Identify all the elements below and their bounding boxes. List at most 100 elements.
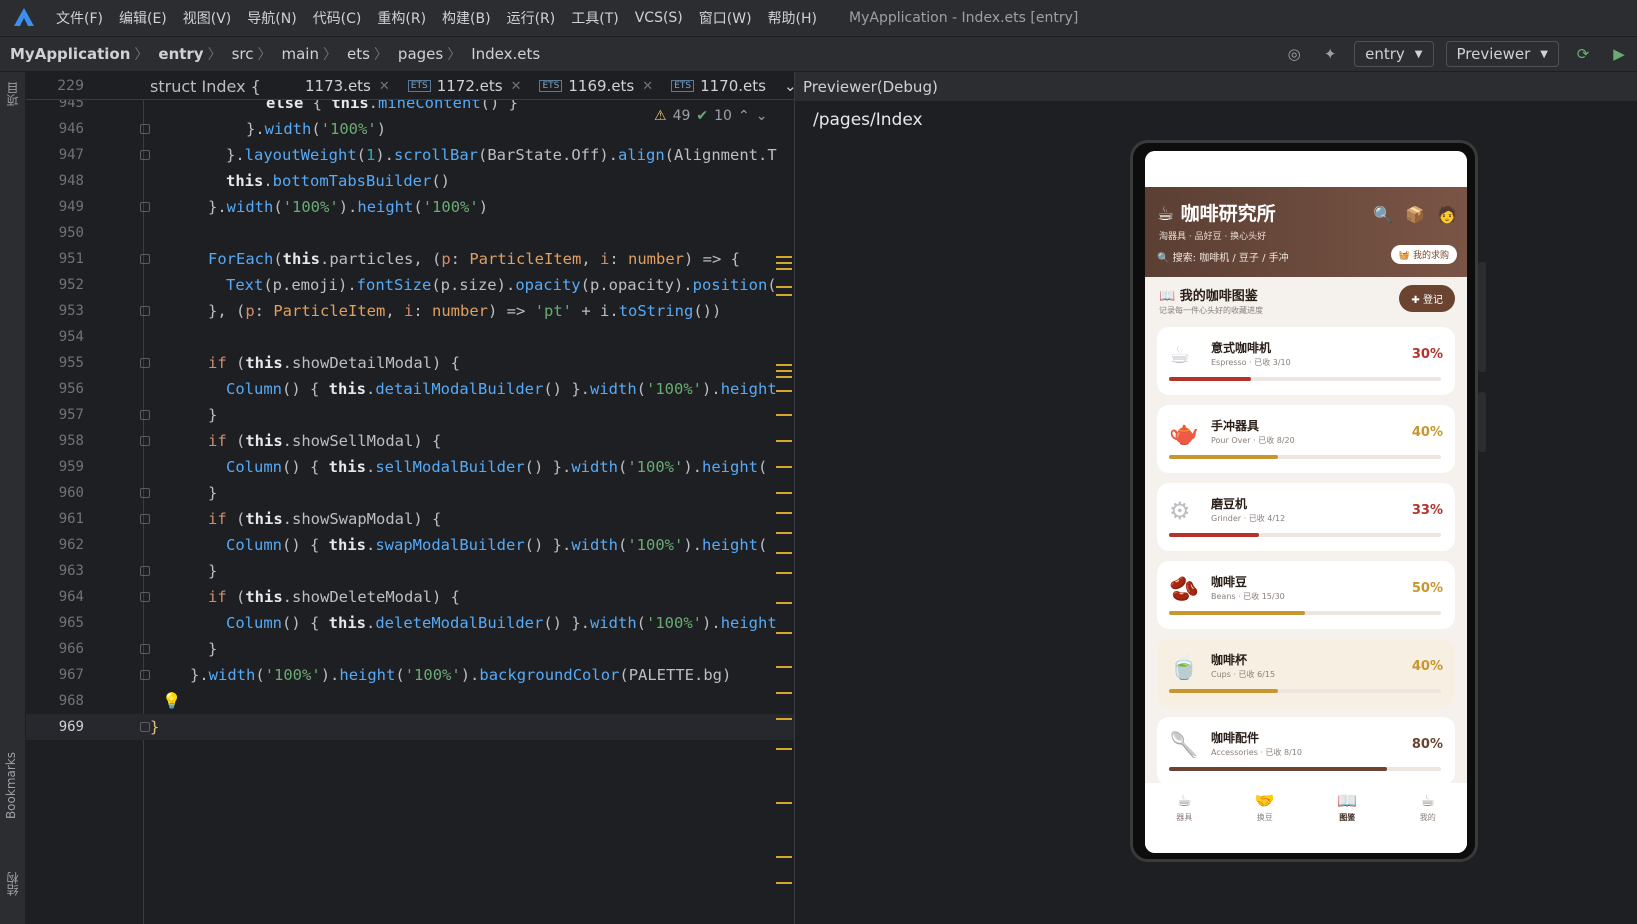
my-requests-button[interactable]: 🧺 我的求购 xyxy=(1390,245,1457,264)
collection-card[interactable]: ⚙ 磨豆机 Grinder · 已收 4/12 33% xyxy=(1157,483,1455,551)
fold-marker[interactable] xyxy=(140,488,150,498)
close-icon[interactable]: ✕ xyxy=(511,79,522,94)
line-number: 966 xyxy=(58,641,84,657)
collection-card[interactable]: 🫖 手冲器具 Pour Over · 已收 8/20 40% xyxy=(1157,405,1455,473)
tab-label: 1170.ets xyxy=(700,77,766,95)
fold-marker[interactable] xyxy=(140,670,150,680)
tab-1173[interactable]: 1173.ets ✕ xyxy=(296,77,399,95)
fold-marker[interactable] xyxy=(140,202,150,212)
collection-card[interactable]: ☕ 意式咖啡机 Espresso · 已收 3/10 30% xyxy=(1157,327,1455,395)
menu-file[interactable]: 文件(F) xyxy=(48,8,111,28)
code-editor[interactable]: 945 else { this.mineContent() } 946}.widt… xyxy=(26,72,794,924)
inspection-widget[interactable]: ⚠ 49 ✔ 10 ⌃ ⌄ xyxy=(654,108,767,124)
close-icon[interactable]: ✕ xyxy=(379,79,390,94)
nav-tab-equipment[interactable]: ☕ 器具 xyxy=(1176,783,1192,853)
search-bar[interactable]: 🔍 搜索: 咖啡机 / 豆子 / 手冲 xyxy=(1157,249,1289,264)
breadcrumb-src[interactable]: src xyxy=(222,45,258,63)
lightbulb-icon[interactable]: 💡 xyxy=(162,692,181,710)
scrollbar-markers[interactable] xyxy=(776,72,794,924)
line-number: 958 xyxy=(58,433,84,449)
fold-marker[interactable] xyxy=(140,644,150,654)
marker xyxy=(776,440,792,442)
device-selector[interactable]: Previewer ▼ xyxy=(1445,41,1559,67)
fold-marker[interactable] xyxy=(140,254,150,264)
book-icon: 📖 xyxy=(1159,289,1176,304)
menu-run[interactable]: 运行(R) xyxy=(499,8,564,28)
menu-build[interactable]: 构建(B) xyxy=(434,8,499,28)
register-label: 登记 xyxy=(1423,295,1443,306)
menu-help[interactable]: 帮助(H) xyxy=(760,8,825,28)
app-title: ☕ 咖啡研究所 xyxy=(1157,199,1276,226)
chevron-up-icon[interactable]: ⌃ xyxy=(738,108,750,124)
nav-tab-swap[interactable]: 🤝 换豆 xyxy=(1255,783,1275,853)
breadcrumb-module[interactable]: entry xyxy=(148,45,207,63)
fold-marker[interactable] xyxy=(140,306,150,316)
fold-marker[interactable] xyxy=(140,436,150,446)
breadcrumb-ets[interactable]: ets xyxy=(337,45,374,63)
beans-icon: 🫘 xyxy=(1169,575,1199,603)
chevron-down-icon[interactable]: ⌄ xyxy=(756,108,768,124)
target-icon[interactable]: ◎ xyxy=(1283,43,1305,65)
marker xyxy=(776,286,792,288)
box-icon[interactable]: 📦 xyxy=(1405,205,1425,224)
code-line: this.bottomTabsBuilder() xyxy=(226,172,450,190)
refresh-icon[interactable]: ⟳ xyxy=(1572,43,1594,65)
nav-tab-collection[interactable]: 📖 图鉴 xyxy=(1337,783,1357,853)
line-number: 957 xyxy=(58,407,84,423)
card-meta: Beans · 已收 15/30 xyxy=(1211,592,1285,601)
module-selector[interactable]: entry ▼ xyxy=(1354,41,1434,67)
fold-marker[interactable] xyxy=(140,592,150,602)
marker xyxy=(776,532,792,534)
app-screen[interactable]: ☕ 咖啡研究所 淘器具 · 品好豆 · 换心头好 🔍 📦 🧑 🔍 搜索: 咖啡机… xyxy=(1145,151,1467,853)
breadcrumb-file[interactable]: Index.ets xyxy=(461,45,544,63)
card-percent: 30% xyxy=(1411,347,1443,362)
tab-1169[interactable]: ETS 1169.ets ✕ xyxy=(530,77,662,95)
bug-hunter-icon[interactable]: ✦ xyxy=(1319,43,1341,65)
code-area[interactable]: 945 else { this.mineContent() } 946}.widt… xyxy=(26,72,794,924)
menu-code[interactable]: 代码(C) xyxy=(305,8,370,28)
structure-tool-button[interactable]: 结构 xyxy=(4,872,21,896)
fold-marker[interactable] xyxy=(140,410,150,420)
run-icon[interactable]: ▶ xyxy=(1608,43,1630,65)
card-percent: 40% xyxy=(1411,659,1443,674)
breadcrumb-project[interactable]: MyApplication xyxy=(0,45,134,63)
book-icon: 📖 xyxy=(1337,791,1358,810)
progress-fill xyxy=(1169,767,1387,771)
menu-edit[interactable]: 编辑(E) xyxy=(111,8,175,28)
project-tool-button[interactable]: 项目 xyxy=(4,82,21,106)
collection-card[interactable]: 🥄 咖啡配件 Accessories · 已收 8/10 80% xyxy=(1157,717,1455,785)
close-icon[interactable]: ✕ xyxy=(642,79,653,94)
tab-1172[interactable]: ETS 1172.ets ✕ xyxy=(399,77,531,95)
fold-marker[interactable] xyxy=(140,124,150,134)
menu-vcs[interactable]: VCS(S) xyxy=(627,10,691,26)
card-percent: 40% xyxy=(1411,425,1443,440)
menu-navigate[interactable]: 导航(N) xyxy=(239,8,304,28)
menu-tools[interactable]: 工具(T) xyxy=(563,8,626,28)
register-button[interactable]: ✚ 登记 xyxy=(1399,285,1455,312)
collection-card[interactable]: 🫘 咖啡豆 Beans · 已收 15/30 50% xyxy=(1157,561,1455,629)
fold-marker[interactable] xyxy=(140,358,150,368)
previewer-page-path: /pages/Index xyxy=(813,110,923,130)
marker xyxy=(776,602,792,604)
menu-window[interactable]: 窗口(W) xyxy=(691,8,760,28)
line-number: 960 xyxy=(58,485,84,501)
code-line: } xyxy=(208,484,218,502)
tab-1170[interactable]: ETS 1170.ets xyxy=(662,77,775,95)
card-name: 咖啡配件 xyxy=(1211,731,1260,745)
line-number: 950 xyxy=(58,225,84,241)
collection-card[interactable]: 🍵 咖啡杯 Cups · 已收 6/15 40% xyxy=(1157,639,1455,707)
fold-marker[interactable] xyxy=(140,150,150,160)
chevron-down-icon[interactable]: ⌄ xyxy=(775,77,794,95)
bookmarks-tool-button[interactable]: Bookmarks xyxy=(4,752,18,819)
breadcrumb-main[interactable]: main xyxy=(272,45,323,63)
avatar-icon[interactable]: 🧑 xyxy=(1437,205,1457,224)
fold-marker[interactable] xyxy=(140,514,150,524)
breadcrumb-pages[interactable]: pages xyxy=(388,45,447,63)
marker xyxy=(776,376,792,378)
menu-view[interactable]: 视图(V) xyxy=(175,8,240,28)
magnifier-icon[interactable]: 🔍 xyxy=(1373,205,1393,224)
fold-marker[interactable] xyxy=(140,566,150,576)
nav-tab-mine[interactable]: ☕ 我的 xyxy=(1420,783,1436,853)
fold-marker[interactable] xyxy=(140,722,150,732)
menu-refactor[interactable]: 重构(R) xyxy=(369,8,434,28)
